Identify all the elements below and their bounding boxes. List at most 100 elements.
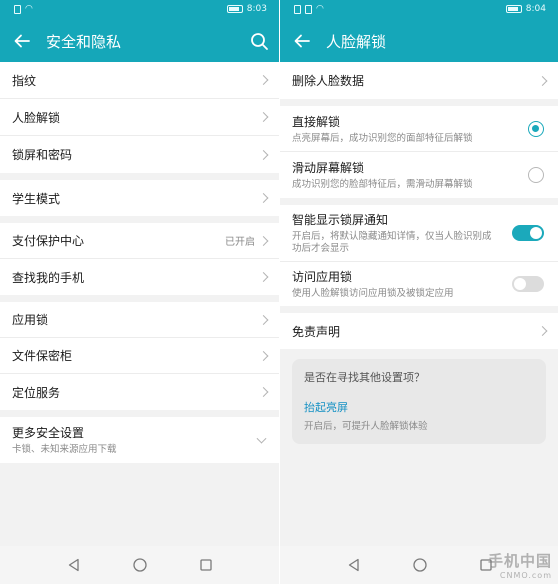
nav-home-icon — [132, 558, 147, 572]
back-button[interactable] — [4, 20, 40, 62]
toggle-switch-off[interactable] — [512, 276, 544, 292]
row-more-security[interactable]: 更多安全设置 卡锁、未知来源应用下载 — [0, 417, 279, 463]
chevron-right-icon — [258, 387, 269, 397]
back-arrow-icon — [294, 34, 310, 48]
chevron-right-icon — [258, 272, 269, 282]
screenshot-pair: ◠ 8:03 安全和隐私 指纹 人脸解锁 锁屏和密码 学生模式 支付保护中心 已… — [0, 0, 558, 584]
nav-recents-button[interactable] — [196, 555, 216, 575]
radio-unselected[interactable] — [528, 167, 544, 183]
row-fingerprint[interactable]: 指纹 — [0, 62, 279, 99]
radio-selected[interactable] — [528, 120, 544, 137]
chevron-right-icon — [258, 193, 269, 203]
nav-home-button[interactable] — [130, 555, 150, 575]
settings-group-3: 支付保护中心 已开启 查找我的手机 — [0, 223, 279, 295]
app-bar: 人脸解锁 — [280, 20, 558, 62]
unlock-mode-group: 直接解锁 点亮屏幕后，成功识别您的面部特征后解锁 滑动屏幕解锁 成功识别您的脸部… — [280, 106, 558, 198]
suggestion-question: 是否在寻找其他设置项？ — [304, 371, 425, 384]
disclaimer-group: 免责声明 — [280, 313, 558, 349]
row-label: 查找我的手机 — [12, 270, 85, 285]
row-label: 删除人脸数据 — [292, 74, 365, 88]
row-student-mode[interactable]: 学生模式 — [0, 180, 279, 216]
option-label: 滑动屏幕解锁 — [292, 161, 365, 175]
chevron-right-icon — [258, 235, 269, 246]
suggestion-description: 开启后，可提升人脸解锁体验 — [304, 421, 428, 432]
row-payment-protection[interactable]: 支付保护中心 已开启 — [0, 223, 279, 259]
nav-recents-icon — [199, 559, 212, 571]
notification-icon — [294, 4, 301, 14]
row-label: 免责声明 — [292, 324, 341, 339]
search-button[interactable] — [247, 29, 271, 53]
status-bar: ◠ 8:03 — [0, 0, 279, 20]
battery-icon — [226, 5, 243, 13]
chevron-down-icon — [256, 433, 267, 444]
row-app-lock-access: 访问应用锁 使用人脸解锁访问应用锁及被锁定应用 — [280, 262, 558, 306]
option-subtitle: 成功识别您的脸部特征后，需滑动屏幕解锁 — [292, 179, 473, 190]
watermark: 手机中国 CNMO.com — [488, 550, 552, 580]
chevron-right-icon — [537, 75, 548, 86]
row-lockscreen-password[interactable]: 锁屏和密码 — [0, 136, 279, 173]
toggle-subtitle: 使用人脸解锁访问应用锁及被锁定应用 — [292, 288, 454, 299]
page-title: 人脸解锁 — [326, 32, 387, 51]
row-location-services[interactable]: 定位服务 — [0, 374, 279, 410]
app-bar: 安全和隐私 — [0, 20, 279, 62]
row-label: 更多安全设置 — [12, 426, 85, 440]
row-subtitle: 卡锁、未知来源应用下载 — [12, 444, 117, 455]
chevron-right-icon — [258, 314, 269, 325]
row-find-my-phone[interactable]: 查找我的手机 — [0, 259, 279, 295]
wifi-icon: ◠ — [25, 4, 33, 14]
settings-group-1: 指纹 人脸解锁 锁屏和密码 — [0, 62, 279, 173]
row-label: 支付保护中心 — [12, 234, 85, 248]
nav-home-icon — [412, 558, 427, 572]
row-label: 指纹 — [12, 73, 37, 88]
row-label: 学生模式 — [12, 191, 61, 206]
toggles-group: 智能显示锁屏通知 开启后，将默认隐藏通知详情，仅当人脸识别成功后才会显示 访问应… — [280, 205, 558, 306]
page-title: 安全和隐私 — [46, 32, 122, 51]
watermark-domain: CNMO.com — [499, 571, 552, 580]
nav-back-icon — [68, 558, 79, 572]
chevron-right-icon — [537, 326, 548, 336]
option-direct-unlock[interactable]: 直接解锁 点亮屏幕后，成功识别您的面部特征后解锁 — [280, 106, 558, 152]
toggle-switch-on[interactable] — [512, 225, 544, 241]
back-arrow-icon — [14, 34, 30, 48]
settings-group-2: 学生模式 — [0, 180, 279, 216]
toggle-label: 智能显示锁屏通知 — [292, 213, 389, 227]
chevron-right-icon — [258, 75, 269, 85]
toggle-knob — [514, 278, 526, 290]
settings-group-4: 应用锁 文件保密柜 定位服务 — [0, 302, 279, 410]
row-label: 应用锁 — [12, 313, 49, 327]
status-time: 8:03 — [246, 4, 267, 14]
option-swipe-unlock[interactable]: 滑动屏幕解锁 成功识别您的脸部特征后，需滑动屏幕解锁 — [280, 152, 558, 198]
toggle-label: 访问应用锁 — [292, 270, 353, 284]
wifi-icon: ◠ — [316, 4, 324, 14]
raise-to-wake-link[interactable]: 抬起亮屏 — [304, 399, 534, 415]
watermark-text: 手机中国 — [487, 552, 552, 570]
toggle-knob — [530, 227, 542, 239]
row-label: 文件保密柜 — [12, 349, 73, 363]
search-icon — [251, 33, 268, 50]
row-label: 人脸解锁 — [12, 110, 61, 125]
row-face-unlock[interactable]: 人脸解锁 — [0, 99, 279, 136]
option-label: 直接解锁 — [292, 114, 341, 129]
face-unlock-screen: ◠ 8:04 人脸解锁 删除人脸数据 直接解锁 点亮屏幕后，成功识别您的面部特征… — [279, 0, 558, 584]
row-label: 锁屏和密码 — [12, 148, 73, 162]
nav-back-button[interactable] — [344, 555, 364, 575]
row-app-lock[interactable]: 应用锁 — [0, 302, 279, 338]
row-disclaimer[interactable]: 免责声明 — [280, 313, 558, 349]
notification-icon — [305, 4, 312, 14]
back-button[interactable] — [284, 20, 320, 62]
row-smart-lock-notifications: 智能显示锁屏通知 开启后，将默认隐藏通知详情，仅当人脸识别成功后才会显示 — [280, 205, 558, 262]
nav-back-button[interactable] — [64, 555, 84, 575]
nav-home-button[interactable] — [410, 555, 430, 575]
option-subtitle: 点亮屏幕后，成功识别您的面部特征后解锁 — [292, 132, 473, 144]
row-file-safe[interactable]: 文件保密柜 — [0, 338, 279, 374]
battery-icon — [505, 5, 522, 13]
status-time: 8:04 — [525, 4, 546, 14]
status-bar: ◠ 8:04 — [280, 0, 558, 20]
row-status-value: 已开启 — [225, 237, 255, 248]
chevron-right-icon — [258, 112, 269, 122]
settings-group-5: 更多安全设置 卡锁、未知来源应用下载 — [0, 417, 279, 463]
chevron-right-icon — [258, 350, 269, 361]
nav-back-icon — [348, 558, 359, 572]
row-delete-face-data[interactable]: 删除人脸数据 — [280, 62, 558, 99]
toggle-subtitle: 开启后，将默认隐藏通知详情，仅当人脸识别成功后才会显示 — [292, 231, 492, 254]
